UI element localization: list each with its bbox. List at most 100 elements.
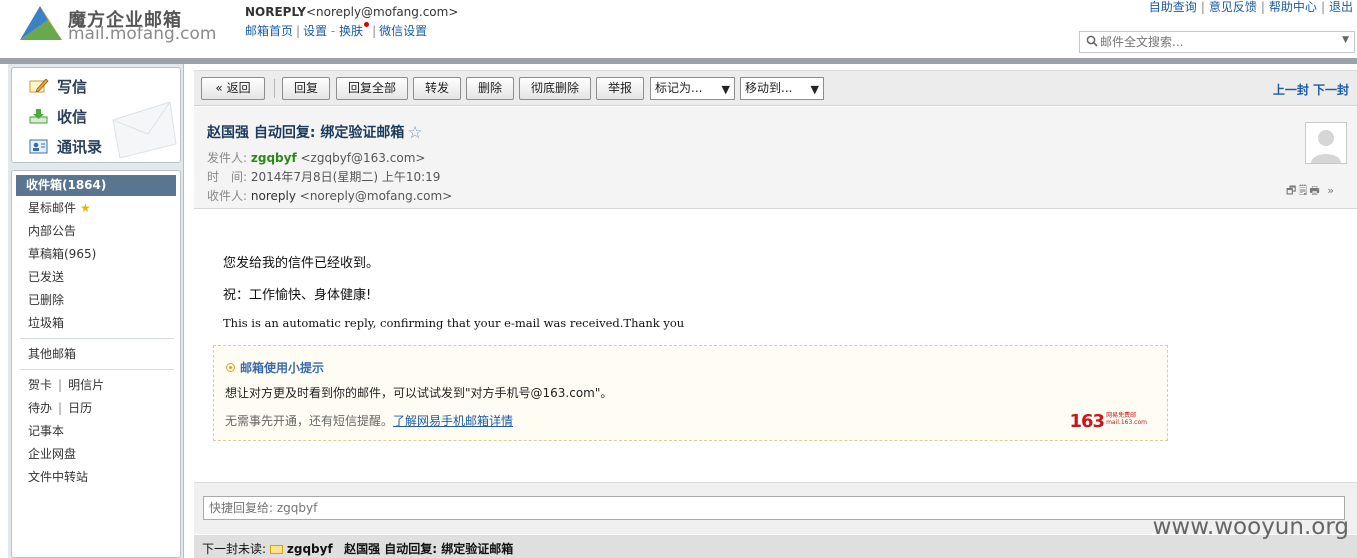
chevron-down-icon: ▼ xyxy=(721,83,730,96)
mail-body: 您发给我的信件已经收到。 祝：工作愉快、身体健康! This is an aut… xyxy=(194,210,1357,482)
contacts-label: 通讯录 xyxy=(57,138,103,156)
pencil-icon xyxy=(29,78,49,93)
folder-divider xyxy=(20,338,174,339)
chevron-down-icon[interactable]: ▼ xyxy=(1342,35,1349,45)
folder-list: 收件箱(1864) 星标邮件 ★ 内部公告 草稿箱(965) 已发送 已删除 垃圾… xyxy=(11,170,181,558)
mofang-logo[interactable]: 魔方企业邮箱 mail.mofang.com xyxy=(18,4,218,44)
folder-notice[interactable]: 内部公告 xyxy=(12,221,180,242)
logout-link[interactable]: 退出 xyxy=(1329,0,1353,14)
compose-button[interactable]: 写信 xyxy=(29,76,87,98)
chevron-down-icon: ▼ xyxy=(810,83,819,96)
card-link[interactable]: 贺卡 xyxy=(28,378,52,392)
from-label: 发件人: xyxy=(207,151,248,165)
back-button[interactable]: « 返回 xyxy=(201,77,265,100)
tip-line-2: 无需事先开通，还有短信提醒。了解网易手机邮箱详情 xyxy=(225,412,513,429)
tip-title: 邮箱使用小提示 xyxy=(226,359,324,376)
top-divider-band xyxy=(0,58,1357,64)
mark-as-select[interactable]: 标记为... ▼ xyxy=(650,77,735,100)
folder-other-mailbox[interactable]: 其他邮箱 xyxy=(12,344,180,365)
sender-name[interactable]: zgqbyf xyxy=(251,151,297,165)
body-line-1: 您发给我的信件已经收到。 xyxy=(223,256,380,271)
folder-inbox[interactable]: 收件箱(1864) xyxy=(16,175,176,196)
folder-notepad[interactable]: 记事本 xyxy=(12,421,180,442)
view-options-icons[interactable]: 🗗🗒🖶 » xyxy=(1286,182,1336,201)
feedback-link[interactable]: 意见反馈 xyxy=(1209,0,1257,14)
contacts-button[interactable]: 通讯录 xyxy=(29,136,102,158)
time-line: 时 间: 2014年7月8日(星期二) 上午10:19 xyxy=(207,168,440,185)
new-dot-icon xyxy=(364,22,370,27)
folder-starred[interactable]: 星标邮件 ★ xyxy=(12,198,180,219)
settings-link[interactable]: 设置 xyxy=(303,24,327,38)
next-unread-label: 下一封未读: xyxy=(202,542,267,556)
todo-link[interactable]: 待办 xyxy=(28,401,52,415)
receive-label: 收信 xyxy=(57,108,88,126)
postcard-link[interactable]: 明信片 xyxy=(68,378,104,392)
calendar-link[interactable]: 日历 xyxy=(68,401,92,415)
compose-label: 写信 xyxy=(57,78,88,96)
body-line-3: This is an automatic reply, confirming t… xyxy=(223,316,685,330)
mail-subject: 赵国强 自动回复: 绑定验证邮箱 ☆ xyxy=(207,122,423,143)
folder-drafts[interactable]: 草稿箱(965) xyxy=(12,244,180,265)
subject-text: 赵国强 自动回复: 绑定验证邮箱 xyxy=(207,125,405,141)
receive-button[interactable]: 收信 xyxy=(29,106,87,128)
delete-button[interactable]: 删除 xyxy=(466,77,514,100)
netease-163-logo[interactable]: 163 网易免费邮 mail.163.com xyxy=(1069,411,1147,432)
folder-spam[interactable]: 垃圾箱 xyxy=(12,313,180,334)
envelope-decoration-icon xyxy=(112,101,177,159)
folder-file-transfer[interactable]: 文件中转站 xyxy=(12,467,180,488)
star-icon: ★ xyxy=(80,201,91,215)
quick-actions-panel: 写信 收信 通讯录 xyxy=(11,67,181,163)
folder-card-row: 贺卡 | 明信片 xyxy=(28,378,105,392)
tip-line-1: 想让对方更及时看到你的邮件，可以试试发到"对方手机号@163.com"。 xyxy=(225,386,613,400)
next-unread-sender[interactable]: zgqbyf xyxy=(287,542,333,556)
prev-next-links[interactable]: 上一封 下一封 xyxy=(1273,81,1349,98)
delete-permanent-button[interactable]: 彻底删除 xyxy=(519,77,591,100)
mail-toolbar: « 返回 回复 回复全部 转发 删除 彻底删除 举报 标记为... ▼ 移动到..… xyxy=(194,70,1357,106)
next-unread-subject[interactable]: 赵国强 自动回复: 绑定验证邮箱 xyxy=(344,542,513,556)
toolbar-separator xyxy=(274,79,275,98)
folder-netdisk[interactable]: 企业网盘 xyxy=(12,444,180,465)
tip-details-link[interactable]: 了解网易手机邮箱详情 xyxy=(393,414,513,428)
folder-sent[interactable]: 已发送 xyxy=(12,267,180,288)
from-line: 发件人: zgqbyf <zgqbyf@163.com> xyxy=(207,149,425,166)
logo-mark-icon xyxy=(20,6,62,40)
search-box: ▼ xyxy=(1079,31,1355,53)
self-query-link[interactable]: 自助查询 xyxy=(1149,0,1197,14)
star-outline-icon[interactable]: ☆ xyxy=(407,123,422,143)
reply-button[interactable]: 回复 xyxy=(282,77,330,100)
logo-163-number: 163 xyxy=(1069,411,1105,432)
move-to-label: 移动到... xyxy=(745,81,793,95)
search-icon[interactable] xyxy=(1086,35,1098,47)
tip-title-text: 邮箱使用小提示 xyxy=(240,361,325,375)
user-email: <noreply@mofang.com> xyxy=(305,5,459,19)
mail-home-link[interactable]: 邮箱首页 xyxy=(245,24,293,38)
search-input[interactable] xyxy=(1100,34,1330,50)
user-area: NOREPLY<noreply@mofang.com> 邮箱首页 | 设置 - 换肤… xyxy=(245,5,459,38)
recipient-name[interactable]: noreply xyxy=(251,189,296,203)
folder-deleted[interactable]: 已删除 xyxy=(12,290,180,311)
watermark: www.wooyun.org xyxy=(1152,514,1349,540)
wechat-settings-link[interactable]: 微信设置 xyxy=(379,24,427,38)
mark-as-label: 标记为... xyxy=(655,81,703,95)
recipient-email: <noreply@mofang.com> xyxy=(299,189,453,203)
user-name: NOREPLY xyxy=(245,5,306,19)
skin-link[interactable]: 换肤 xyxy=(339,24,363,38)
folder-starred-label: 星标邮件 xyxy=(28,201,77,215)
sender-email: <zgqbyf@163.com> xyxy=(300,151,426,165)
logo-163-text: 网易免费邮 mail.163.com xyxy=(1106,412,1147,426)
inbox-download-icon xyxy=(29,109,48,124)
address-book-icon xyxy=(29,139,48,154)
report-button[interactable]: 举报 xyxy=(596,77,644,100)
reply-all-button[interactable]: 回复全部 xyxy=(336,77,408,100)
top-links: 自助查询 | 意见反馈 | 帮助中心 | 退出 xyxy=(1148,0,1353,14)
folder-divider xyxy=(20,369,174,370)
move-to-select[interactable]: 移动到... ▼ xyxy=(740,77,824,100)
mail-header: 赵国强 自动回复: 绑定验证邮箱 ☆ 发件人: zgqbyf <zgqbyf@16… xyxy=(194,107,1357,209)
to-label: 收件人: xyxy=(207,189,248,203)
user-silhouette-icon xyxy=(1311,130,1341,163)
avatar xyxy=(1305,122,1347,164)
forward-button[interactable]: 转发 xyxy=(413,77,461,100)
folder-todo-row: 待办 | 日历 xyxy=(28,401,93,415)
help-center-link[interactable]: 帮助中心 xyxy=(1269,0,1317,14)
to-line: 收件人: noreply <noreply@mofang.com> xyxy=(207,187,452,204)
